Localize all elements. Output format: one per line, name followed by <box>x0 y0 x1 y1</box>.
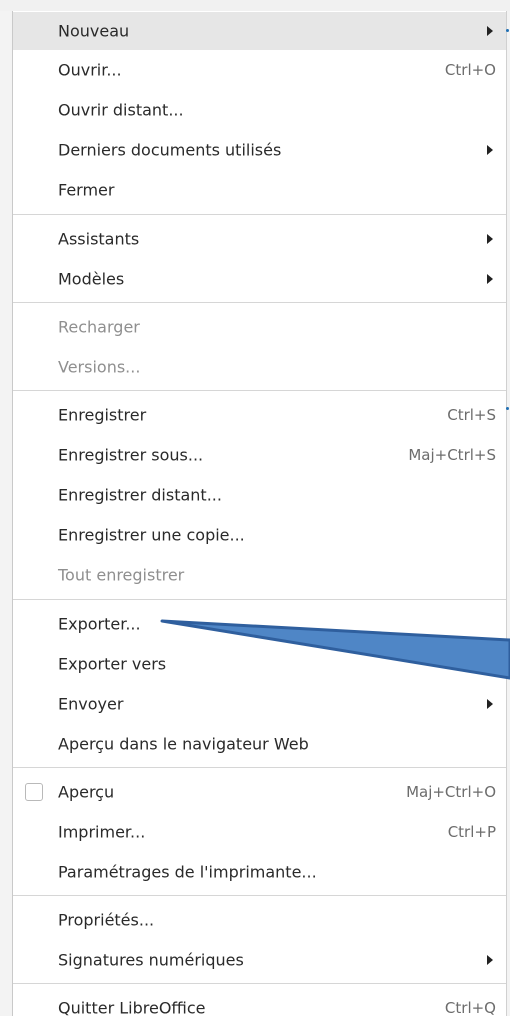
menu-item-label: Propriétés... <box>58 910 155 930</box>
submenu-arrow-icon <box>487 955 493 965</box>
menu-item-label: Signatures numériques <box>58 950 244 970</box>
menu-item-shortcut: Ctrl+O <box>444 61 496 79</box>
menu-item-derniers-documents[interactable]: Derniers documents utilisés <box>13 131 506 169</box>
menu-item-label: Ouvrir... <box>58 60 122 80</box>
menu-item-shortcut: Ctrl+Q <box>444 999 496 1016</box>
menu-item-shortcut: Maj+Ctrl+S <box>408 446 496 464</box>
file-menu: Nouveau Ouvrir... Ctrl+O Ouvrir distant.… <box>12 11 507 1016</box>
menu-item-label: Recharger <box>58 317 140 337</box>
menu-separator <box>13 302 506 303</box>
menu-item-exporter-vers[interactable]: Exporter vers <box>13 645 506 683</box>
menu-item-modeles[interactable]: Modèles <box>13 260 506 298</box>
menu-item-nouveau[interactable]: Nouveau <box>13 12 506 50</box>
menu-item-label: Enregistrer sous... <box>58 445 204 465</box>
menu-item-proprietes[interactable]: Propriétés... <box>13 901 506 939</box>
menu-item-recharger: Recharger <box>13 308 506 346</box>
menu-item-label: Nouveau <box>58 21 130 41</box>
menu-item-label: Aperçu dans le navigateur Web <box>58 734 309 754</box>
menu-separator <box>13 983 506 984</box>
menu-item-imprimer[interactable]: Imprimer... Ctrl+P <box>13 813 506 851</box>
menu-item-enregistrer[interactable]: Enregistrer Ctrl+S <box>13 396 506 434</box>
menu-item-label: Envoyer <box>58 694 124 714</box>
menu-item-label: Derniers documents utilisés <box>58 140 282 160</box>
menu-item-label: Modèles <box>58 269 125 289</box>
menu-item-label: Enregistrer une copie... <box>58 525 245 545</box>
submenu-arrow-icon <box>487 145 493 155</box>
menu-item-shortcut: Ctrl+S <box>447 406 496 424</box>
menu-item-apercu-navigateur[interactable]: Aperçu dans le navigateur Web <box>13 725 506 763</box>
menu-item-label: Tout enregistrer <box>58 565 185 585</box>
menu-item-shortcut: Maj+Ctrl+O <box>406 783 496 801</box>
menu-item-ouvrir[interactable]: Ouvrir... Ctrl+O <box>13 51 506 89</box>
menu-item-assistants[interactable]: Assistants <box>13 220 506 258</box>
menu-separator <box>13 895 506 896</box>
menu-item-ouvrir-distant[interactable]: Ouvrir distant... <box>13 91 506 129</box>
menu-item-label: Exporter vers <box>58 654 167 674</box>
background-marker <box>506 407 509 410</box>
screenshot-stage: Nouveau Ouvrir... Ctrl+O Ouvrir distant.… <box>0 0 510 1016</box>
menu-item-label: Fermer <box>58 180 115 200</box>
submenu-arrow-icon <box>487 274 493 284</box>
submenu-arrow-icon <box>487 26 493 36</box>
menu-item-enregistrer-sous[interactable]: Enregistrer sous... Maj+Ctrl+S <box>13 436 506 474</box>
menu-item-signatures[interactable]: Signatures numériques <box>13 941 506 979</box>
menu-item-quitter[interactable]: Quitter LibreOffice Ctrl+Q <box>13 989 506 1016</box>
menu-separator <box>13 390 506 391</box>
menu-item-tout-enregistrer: Tout enregistrer <box>13 556 506 594</box>
submenu-arrow-icon <box>487 234 493 244</box>
menu-item-label: Enregistrer distant... <box>58 485 222 505</box>
menu-item-versions: Versions... <box>13 348 506 386</box>
menu-separator <box>13 214 506 215</box>
menu-item-label: Aperçu <box>58 782 115 802</box>
menu-item-apercu[interactable]: Aperçu Maj+Ctrl+O <box>13 773 506 811</box>
menu-item-parametrages-imprimante[interactable]: Paramétrages de l'imprimante... <box>13 853 506 891</box>
background-marker <box>506 29 509 32</box>
menu-item-label: Enregistrer <box>58 405 147 425</box>
menu-item-label: Imprimer... <box>58 822 146 842</box>
menu-separator <box>13 767 506 768</box>
menu-item-shortcut: Ctrl+P <box>447 823 496 841</box>
menu-separator <box>13 599 506 600</box>
menu-item-label: Paramétrages de l'imprimante... <box>58 862 317 882</box>
window-background-strip <box>0 0 510 11</box>
menu-item-label: Exporter... <box>58 614 141 634</box>
menu-item-fermer[interactable]: Fermer <box>13 171 506 209</box>
menu-item-exporter[interactable]: Exporter... <box>13 605 506 643</box>
menu-item-label: Ouvrir distant... <box>58 100 184 120</box>
menu-item-envoyer[interactable]: Envoyer <box>13 685 506 723</box>
menu-item-enregistrer-copie[interactable]: Enregistrer une copie... <box>13 516 506 554</box>
menu-item-label: Assistants <box>58 229 140 249</box>
submenu-arrow-icon <box>487 699 493 709</box>
menu-item-label: Versions... <box>58 357 141 377</box>
apercu-checkbox[interactable] <box>25 783 43 801</box>
menu-item-enregistrer-distant[interactable]: Enregistrer distant... <box>13 476 506 514</box>
menu-item-label: Quitter LibreOffice <box>58 998 206 1016</box>
